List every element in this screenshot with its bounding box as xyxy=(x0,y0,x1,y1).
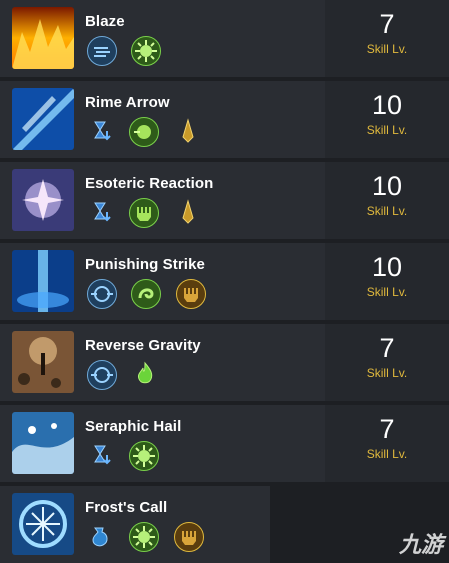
skill-info: Punishing Strike xyxy=(0,243,323,320)
skill-info: Blaze xyxy=(0,0,323,77)
golden-spike-icon xyxy=(174,198,202,226)
skill-tags xyxy=(87,522,214,552)
skill-tags xyxy=(87,360,169,390)
skill-level-label: Skill Lv. xyxy=(366,447,408,461)
hourglass-icon xyxy=(87,117,115,145)
skill-info: Rime Arrow xyxy=(0,81,323,158)
green-orb-icon xyxy=(129,117,160,147)
golden-tooth-icon xyxy=(175,279,206,309)
skill-name: Rime Arrow xyxy=(85,94,170,111)
skill-level: 7 xyxy=(379,333,395,363)
skill-name: Blaze xyxy=(85,13,125,30)
potion-icon xyxy=(87,522,115,550)
skill-tags xyxy=(87,279,216,309)
skill-level-label: Skill Lv. xyxy=(366,204,408,218)
skill-level: 7 xyxy=(379,414,395,444)
skill-list: Blaze 7 Skill Lv. Rime Arrow 10 Skill Lv… xyxy=(0,0,449,563)
skill-name: Seraphic Hail xyxy=(85,418,182,435)
skill-row-esoteric-reaction[interactable]: Esoteric Reaction 10 Skill Lv. xyxy=(0,162,449,239)
skill-name: Punishing Strike xyxy=(85,256,205,273)
skill-tags xyxy=(87,117,212,147)
hourglass-icon xyxy=(87,198,115,226)
gear-burst-icon xyxy=(129,441,160,471)
watermark-logo: 九游 xyxy=(398,532,443,557)
skill-level-box: 10 Skill Lv. xyxy=(325,243,449,320)
wind-icon xyxy=(87,36,117,66)
target-icon xyxy=(87,360,117,390)
green-tooth-icon xyxy=(129,198,160,228)
skill-row-blaze[interactable]: Blaze 7 Skill Lv. xyxy=(0,0,449,77)
skill-level-label: Skill Lv. xyxy=(366,123,408,137)
skill-level-box: 10 Skill Lv. xyxy=(325,162,449,239)
green-swirl-icon xyxy=(131,279,162,309)
skill-row-punishing-strike[interactable]: Punishing Strike 10 Skill Lv. xyxy=(0,243,449,320)
target-icon xyxy=(87,279,117,309)
skill-level-box: 10 Skill Lv. xyxy=(325,81,449,158)
frost-rune-thumb xyxy=(12,493,74,555)
skill-level-box: 7 Skill Lv. xyxy=(325,324,449,401)
skill-tags xyxy=(87,36,171,66)
skill-info: Reverse Gravity xyxy=(0,324,323,401)
blue-pillar-thumb xyxy=(12,250,74,312)
golden-spike-icon xyxy=(174,117,202,145)
skill-level: 7 xyxy=(379,9,395,39)
hourglass-icon xyxy=(87,441,115,469)
skill-info: Frost's Call xyxy=(0,486,270,563)
fire-thumb xyxy=(12,7,74,69)
hail-thumb xyxy=(12,412,74,474)
skill-level-box: 7 Skill Lv. xyxy=(325,405,449,482)
skill-level-label: Skill Lv. xyxy=(366,42,408,56)
skill-tags xyxy=(87,198,212,228)
skill-level: 10 xyxy=(371,252,403,282)
golden-tooth-icon xyxy=(173,522,204,552)
crystal-flower-thumb xyxy=(12,169,74,231)
skill-name: Esoteric Reaction xyxy=(85,175,214,192)
skill-row-frosts-call[interactable]: Frost's Call xyxy=(0,486,449,563)
skill-row-seraphic-hail[interactable]: Seraphic Hail 7 Skill Lv. xyxy=(0,405,449,482)
skill-row-rime-arrow[interactable]: Rime Arrow 10 Skill Lv. xyxy=(0,81,449,158)
skill-level-label: Skill Lv. xyxy=(366,285,408,299)
skill-name: Frost's Call xyxy=(85,499,168,516)
skill-level: 10 xyxy=(371,90,403,120)
skill-row-reverse-gravity[interactable]: Reverse Gravity 7 Skill Lv. xyxy=(0,324,449,401)
gear-burst-icon xyxy=(131,36,162,66)
rock-levitate-thumb xyxy=(12,331,74,393)
skill-info: Esoteric Reaction xyxy=(0,162,323,239)
green-flame-icon xyxy=(131,360,159,388)
skill-info: Seraphic Hail xyxy=(0,405,323,482)
skill-level-box: 7 Skill Lv. xyxy=(325,0,449,77)
skill-level-label: Skill Lv. xyxy=(366,366,408,380)
skill-name: Reverse Gravity xyxy=(85,337,201,354)
ice-arrow-thumb xyxy=(12,88,74,150)
skill-level: 10 xyxy=(371,171,403,201)
gear-burst-icon xyxy=(129,522,160,552)
skill-tags xyxy=(87,441,169,471)
